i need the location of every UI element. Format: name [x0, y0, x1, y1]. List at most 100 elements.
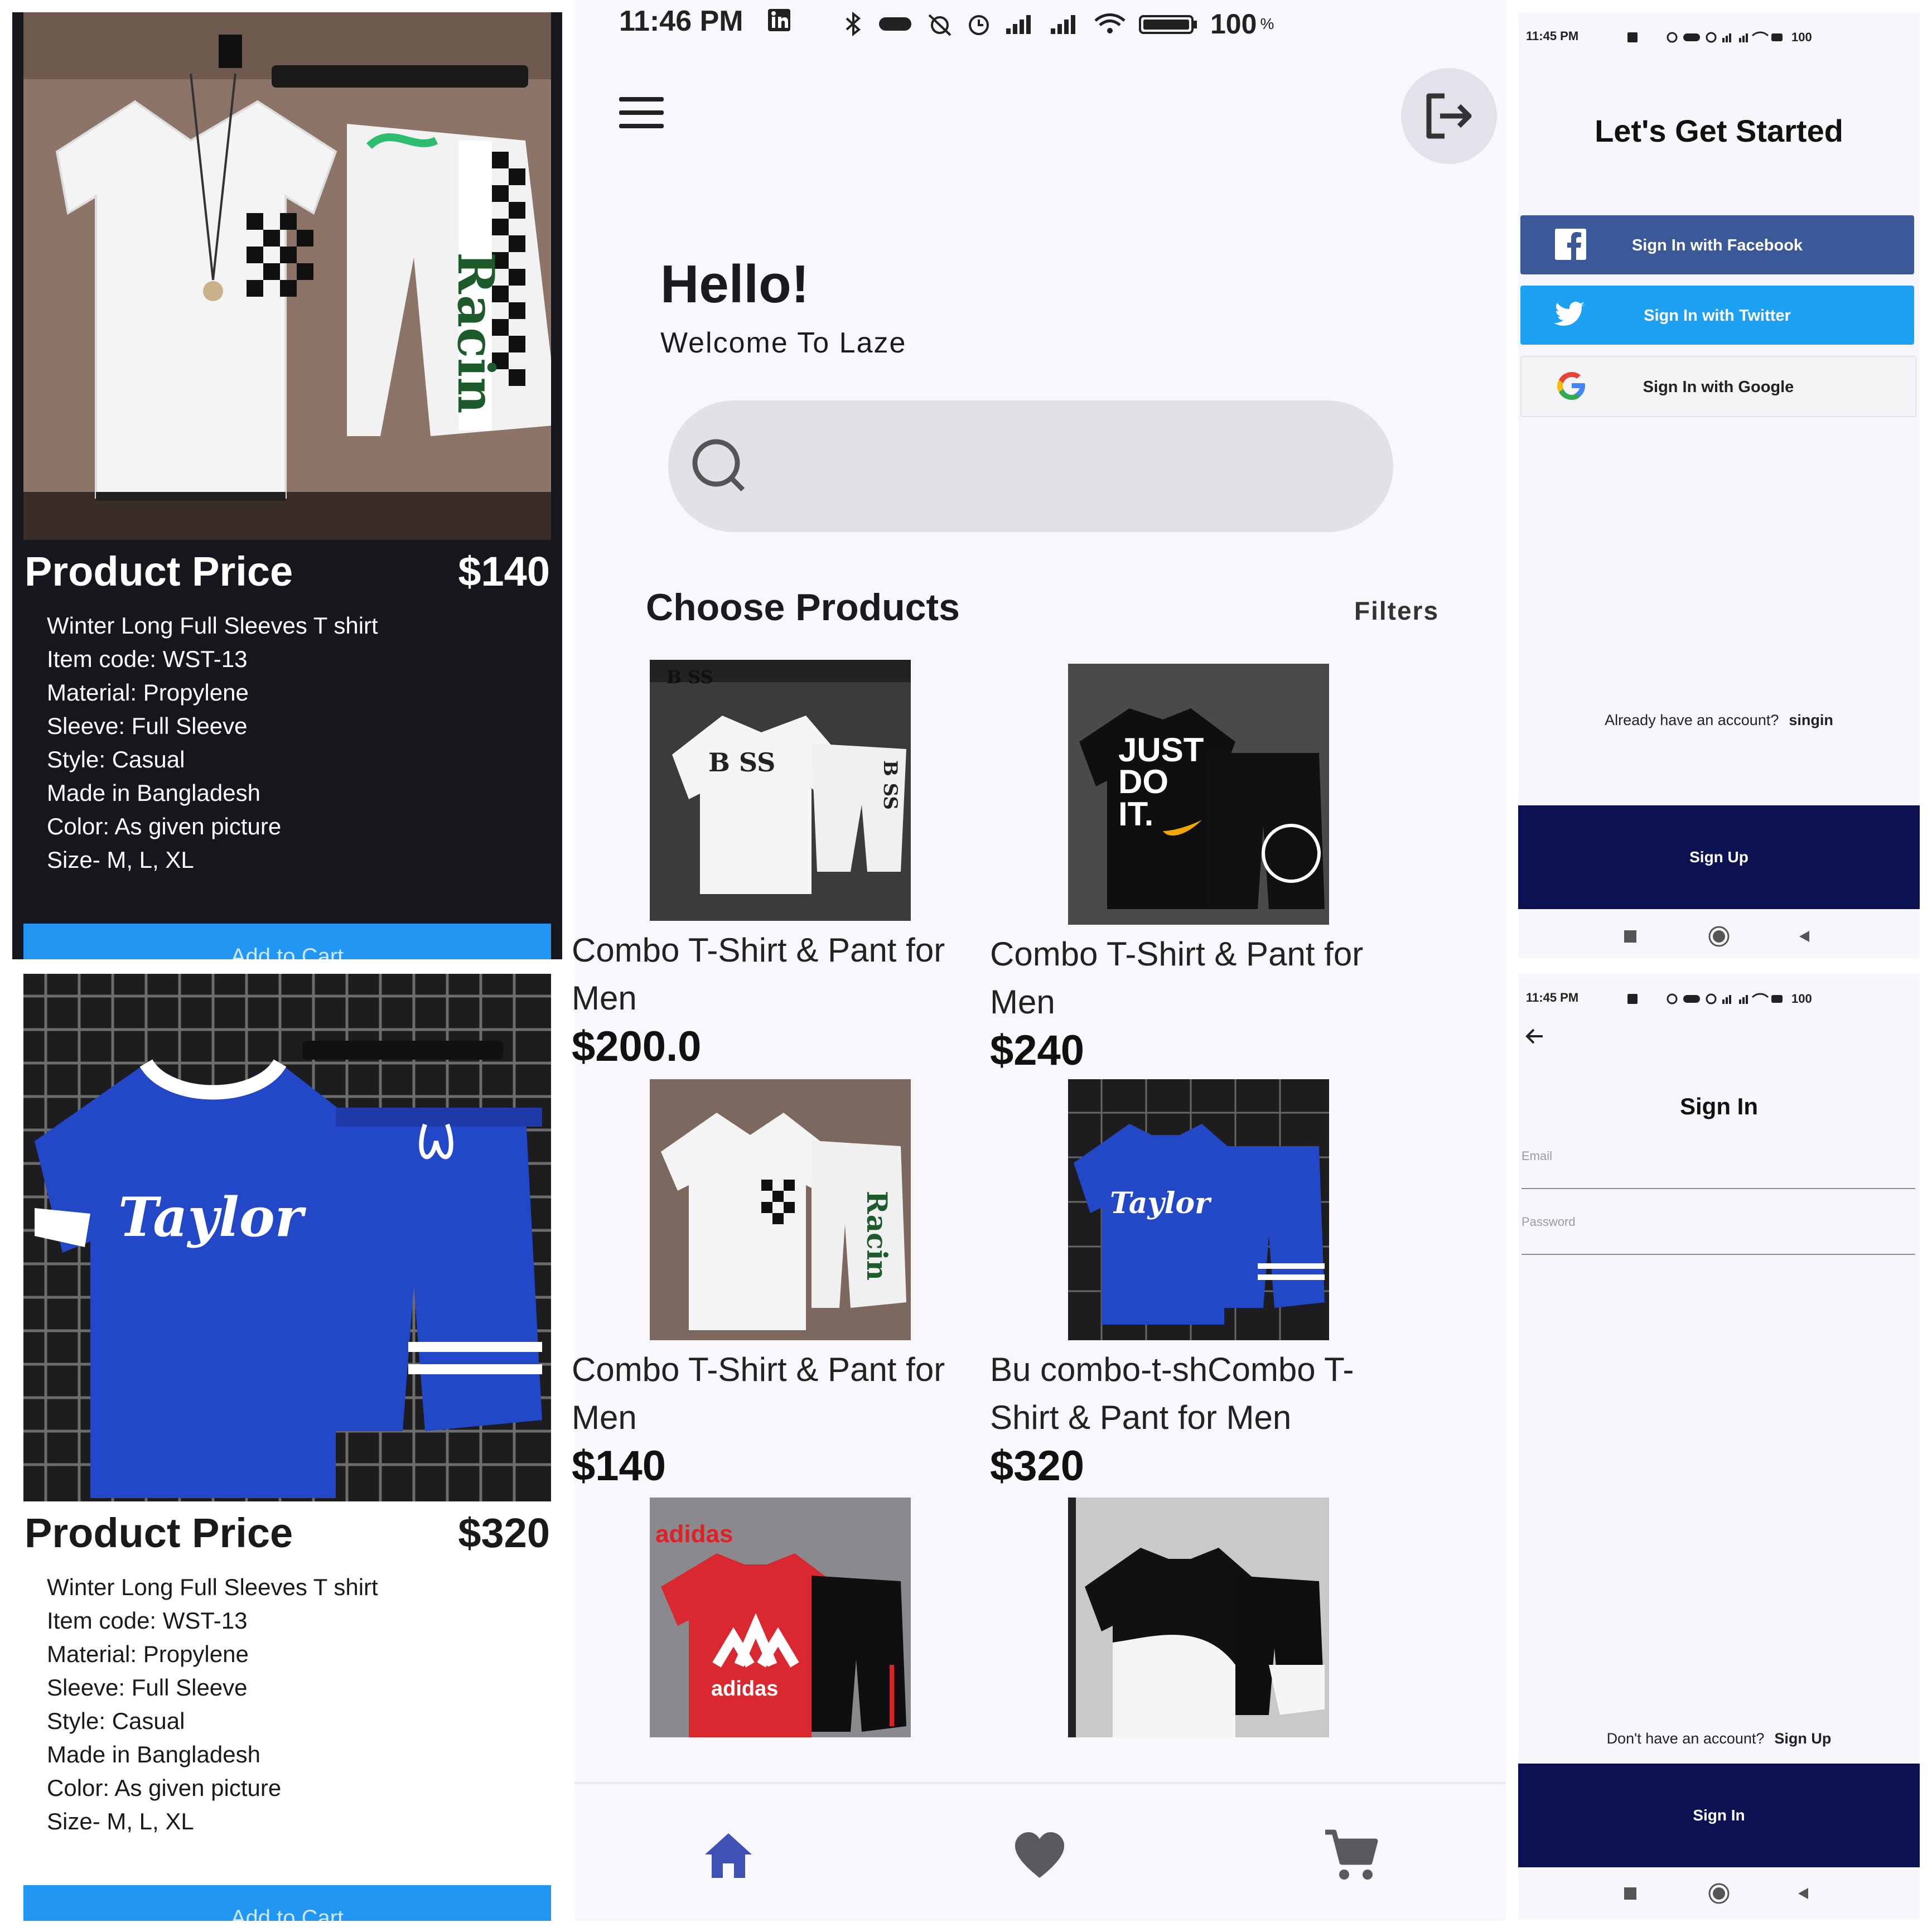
recents-icon[interactable]: [1624, 930, 1636, 943]
back-nav-icon[interactable]: [1798, 1888, 1808, 1899]
page-title: Let's Get Started: [1595, 113, 1843, 148]
product-image: Racin: [23, 12, 551, 540]
google-signin-label: Sign In with Google: [1643, 378, 1794, 396]
heart-icon[interactable]: [1013, 1830, 1066, 1883]
section-title: Choose Products: [646, 586, 960, 629]
product-image: Taylor: [23, 974, 551, 1501]
recents-icon[interactable]: [1624, 1887, 1636, 1900]
product-thumbnail: Taylor: [1068, 1079, 1329, 1340]
twitter-signin-button[interactable]: Sign In with Twitter: [1520, 286, 1914, 345]
welcome-text: Welcome To Laze: [660, 327, 907, 359]
status-time: 11:46 PM: [619, 5, 743, 37]
spec-line: Material: Propylene: [47, 1641, 249, 1667]
facebook-signin-button[interactable]: Sign In with Facebook: [1520, 215, 1914, 274]
cart-icon[interactable]: [1323, 1828, 1379, 1883]
add-to-cart-button[interactable]: Add to Cart: [23, 1885, 551, 1921]
add-to-cart-button[interactable]: Add to Cart: [23, 924, 551, 959]
product-specs: Winter Long Full Sleeves T shirt Item co…: [47, 1571, 378, 1838]
filters-button[interactable]: Filters: [1354, 596, 1439, 626]
already-account-text: Already have an account?: [1605, 712, 1779, 728]
spec-line: Color: As given picture: [47, 813, 282, 839]
signup-screen: 11:45 PM 100 Let's Get Started Sign In w…: [1518, 12, 1920, 958]
svg-text:B SS: B SS: [708, 747, 775, 777]
svg-text:adidas: adidas: [655, 1520, 733, 1548]
logout-button[interactable]: [1401, 68, 1497, 164]
home-icon[interactable]: [702, 1829, 755, 1882]
svg-text:Racin: Racin: [861, 1191, 893, 1281]
wifi-icon: [1094, 13, 1126, 33]
status-time: 11:45 PM: [1526, 991, 1579, 1004]
vibrate-icon: [879, 17, 911, 31]
status-icons: 100: [1627, 30, 1812, 48]
email-field[interactable]: Email: [1522, 1149, 1552, 1163]
svg-text:Racin: Racin: [446, 252, 505, 414]
spec-line: Size- M, L, XL: [47, 847, 194, 873]
product-detail-panel: Taylor Product Price $320 Winter Long Fu…: [12, 974, 562, 1921]
bottom-nav: [574, 1782, 1506, 1921]
sign-in-button[interactable]: Sign In: [1518, 1764, 1920, 1867]
password-field[interactable]: Password: [1522, 1215, 1576, 1229]
twitter-signin-label: Sign In with Twitter: [1644, 307, 1791, 325]
page-title: Sign In: [1680, 1093, 1758, 1119]
product-thumbnail: Racin: [650, 1079, 911, 1340]
product-price: $200.0: [572, 1023, 702, 1070]
battery-unit: %: [1260, 15, 1274, 32]
bluetooth-icon: [846, 12, 861, 36]
status-time: 11:45 PM: [1526, 29, 1579, 43]
google-signin-button[interactable]: Sign In with Google: [1520, 356, 1916, 417]
product-price: $320: [458, 1510, 550, 1556]
signin-link[interactable]: singin: [1789, 712, 1833, 728]
signup-link[interactable]: Sign Up: [1774, 1730, 1831, 1747]
product-name: Combo T-Shirt & Pant for Men: [572, 931, 945, 1017]
product-detail-panel: Racin Product Price $140 Winter Long Ful…: [12, 12, 562, 959]
product-thumbnail: JUST DO IT.: [1068, 664, 1329, 925]
spec-line: Material: Propylene: [47, 679, 249, 706]
email-underline: [1522, 1188, 1915, 1189]
status-icons-strip: [1627, 31, 1783, 43]
facebook-signin-label: Sign In with Facebook: [1631, 236, 1803, 254]
system-nav-bar: [1518, 919, 1920, 953]
signal-icon: [1051, 15, 1075, 34]
spec-line: Size- M, L, XL: [47, 1808, 194, 1834]
spec-line: Style: Casual: [47, 746, 185, 772]
svg-text:adidas: adidas: [711, 1677, 778, 1701]
alarm-off-icon: [928, 14, 951, 36]
spec-line: Winter Long Full Sleeves T shirt: [47, 1574, 378, 1600]
spec-line: Made in Bangladesh: [47, 1741, 260, 1767]
status-icons-strip: [1627, 993, 1783, 1004]
no-account-row: Don't have an account? Sign Up: [1518, 1730, 1920, 1747]
battery-level: 100: [1791, 992, 1812, 1006]
linkedin-icon: [768, 9, 790, 31]
password-underline: [1522, 1254, 1915, 1255]
menu-icon[interactable]: [619, 97, 664, 131]
product-name: Bu combo-t-shCombo T-Shirt & Pant for Me…: [990, 1351, 1354, 1436]
sign-up-button[interactable]: Sign Up: [1518, 805, 1920, 909]
spec-line: Sleeve: Full Sleeve: [47, 713, 248, 739]
greeting: Hello!: [660, 254, 809, 314]
product-thumbnail: [1068, 1498, 1329, 1737]
search-input[interactable]: [668, 400, 1393, 532]
battery-level: 100: [1791, 30, 1812, 44]
signin-screen: 11:45 PM 100 Sign In Email Password Don'…: [1518, 974, 1920, 1920]
battery-level: 100: [1210, 8, 1257, 40]
spec-line: Color: As given picture: [47, 1775, 282, 1801]
svg-text:IT.: IT.: [1118, 795, 1153, 833]
battery-icon: [1139, 15, 1197, 34]
price-label: Product Price: [25, 1510, 293, 1556]
back-arrow-icon[interactable]: [1524, 1025, 1546, 1047]
system-nav-bar: [1518, 1876, 1920, 1910]
product-thumbnail: adidas adidas: [650, 1498, 911, 1737]
product-specs: Winter Long Full Sleeves T shirt Item co…: [47, 609, 378, 877]
product-price: $140: [572, 1442, 666, 1490]
product-name: Combo T-Shirt & Pant for Men: [990, 935, 1364, 1021]
signal-icon: [1006, 15, 1031, 34]
svg-text:DO: DO: [1118, 763, 1168, 800]
product-thumbnail: B SS B SS B SS: [650, 660, 911, 921]
product-price: $320: [990, 1442, 1085, 1490]
svg-text:Taylor: Taylor: [118, 1186, 307, 1249]
back-nav-icon[interactable]: [1799, 931, 1809, 942]
spec-line: Made in Bangladesh: [47, 780, 260, 806]
price-label: Product Price: [25, 548, 293, 595]
status-icons: 100: [1627, 992, 1812, 1010]
already-account-row: Already have an account? singin: [1518, 712, 1920, 729]
